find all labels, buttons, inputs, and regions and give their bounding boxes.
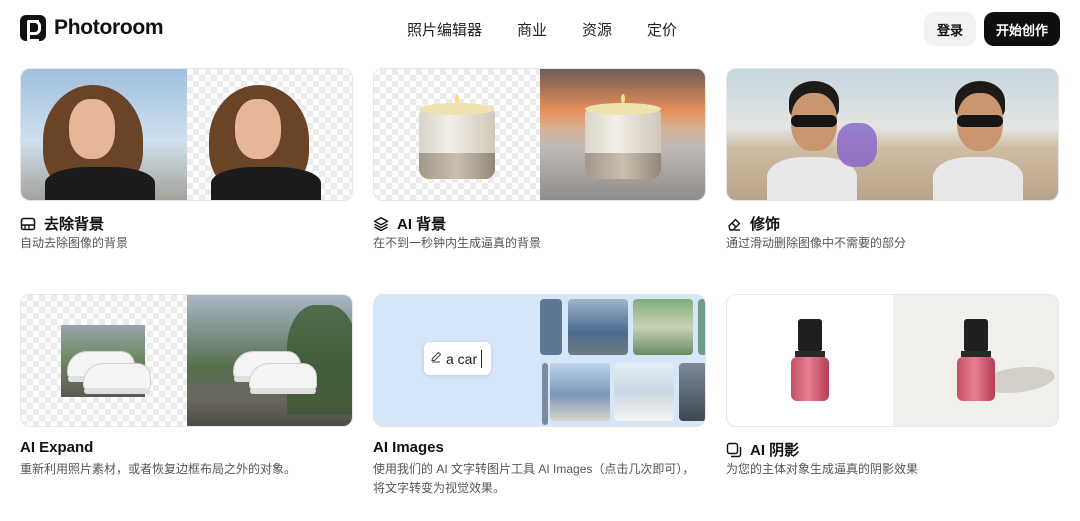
card-desc-remove-bg: 自动去除图像的背景 — [20, 236, 129, 250]
retouch-after — [892, 69, 1058, 200]
login-button[interactable]: 登录 — [924, 12, 976, 46]
car-thumbnail — [540, 299, 562, 355]
brand-name: Photoroom — [54, 16, 164, 39]
retouch-before — [727, 69, 893, 200]
main-nav: 照片编辑器 商业 资源 定价 — [407, 19, 677, 40]
car-thumbnail — [679, 363, 705, 421]
card-title-ai-expand[interactable]: AI Expand — [20, 439, 93, 456]
car-thumbnail — [698, 299, 705, 355]
card-title-text: AI 阴影 — [750, 442, 800, 459]
prompt-input[interactable]: a car — [424, 342, 491, 375]
card-title-text: AI 背景 — [397, 216, 447, 233]
text-caret — [481, 349, 483, 368]
layers-icon — [373, 216, 389, 232]
car-thumbnail — [633, 299, 693, 355]
card-title-text: AI Images — [373, 439, 444, 456]
eraser-icon — [726, 216, 742, 232]
retouch-image[interactable] — [726, 68, 1059, 201]
expand-result — [186, 295, 352, 426]
nav-item-pricing[interactable]: 定价 — [647, 19, 677, 40]
pencil-icon — [430, 350, 442, 368]
car-thumbnail — [568, 299, 628, 355]
card-desc-retouch: 通过滑动删除图像中不需要的部分 — [726, 236, 907, 250]
card-desc-ai-images: 使用我们的 AI 文字转图片工具 AI Images（点击几次即可），将文字转变… — [373, 462, 695, 495]
car-thumbnail — [542, 363, 548, 425]
card-title-text: 修饰 — [750, 216, 781, 233]
card-title-ai-images[interactable]: AI Images — [373, 439, 444, 456]
card-title-text: AI Expand — [20, 439, 94, 456]
car-thumbnail — [550, 363, 610, 421]
expand-source — [21, 295, 187, 426]
ai-background-image[interactable] — [373, 68, 706, 201]
ai-images-image[interactable] — [373, 294, 706, 427]
shadow-icon — [726, 442, 742, 458]
card-title-text: 去除背景 — [44, 216, 105, 233]
cutout-photo — [186, 69, 352, 200]
card-desc-ai-expand: 重新利用照片素材，或者恢复边框布局之外的对象。 — [20, 462, 297, 476]
candle-cutout — [374, 69, 540, 200]
prompt-text: a car — [446, 350, 478, 367]
candle-ai-scene — [539, 69, 705, 200]
card-title-remove-bg[interactable]: 去除背景 — [20, 213, 104, 234]
nav-item-photo-editor[interactable]: 照片编辑器 — [407, 19, 482, 40]
card-desc-ai-bg: 在不到一秒钟内生成逼真的背景 — [373, 236, 542, 250]
start-creating-button[interactable]: 开始创作 — [984, 12, 1060, 46]
photoroom-logo-icon — [20, 15, 46, 42]
remove-background-image[interactable] — [20, 68, 353, 201]
card-title-retouch[interactable]: 修饰 — [726, 213, 780, 234]
nav-item-business[interactable]: 商业 — [517, 19, 547, 40]
card-desc-ai-shadow: 为您的主体对象生成逼真的阴影效果 — [726, 462, 919, 476]
car-thumbnail — [614, 363, 674, 421]
nav-item-resources[interactable]: 资源 — [582, 19, 612, 40]
card-title-ai-bg[interactable]: AI 背景 — [373, 213, 446, 234]
brand-logo[interactable]: Photoroom — [20, 15, 164, 42]
original-photo — [21, 69, 187, 200]
card-title-ai-shadow[interactable]: AI 阴影 — [726, 439, 799, 460]
ai-expand-image[interactable] — [20, 294, 353, 427]
bottle-with-shadow — [892, 295, 1058, 426]
cutout-icon — [20, 216, 36, 232]
ai-shadow-image[interactable] — [726, 294, 1059, 427]
bottle-no-shadow — [727, 295, 893, 426]
